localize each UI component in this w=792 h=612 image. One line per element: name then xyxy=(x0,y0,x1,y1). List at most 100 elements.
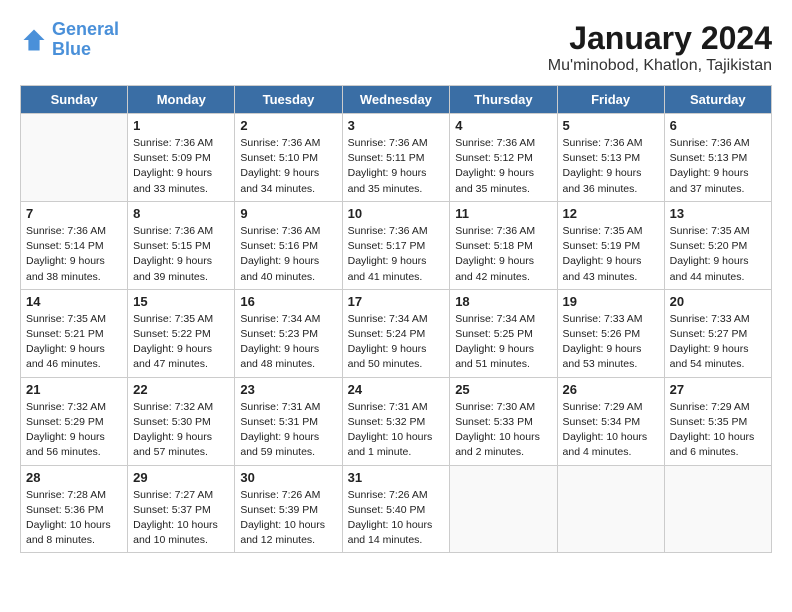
table-row: 9 Sunrise: 7:36 AMSunset: 5:16 PMDaylight… xyxy=(235,201,342,289)
cell-content: Sunrise: 7:36 AMSunset: 5:15 PMDaylight:… xyxy=(133,224,229,285)
table-row: 11Sunrise: 7:36 AMSunset: 5:18 PMDayligh… xyxy=(450,201,557,289)
table-row: 28 Sunrise: 7:28 AMSunset: 5:36 PMDayligh… xyxy=(21,465,128,553)
calendar-week-row: 14Sunrise: 7:35 AMSunset: 5:21 PMDayligh… xyxy=(21,289,772,377)
col-wednesday: Wednesday xyxy=(342,86,450,114)
cell-content: Sunrise: 7:36 AMSunset: 5:13 PMDaylight:… xyxy=(670,136,766,197)
cell-content: Sunrise: 7:32 AMSunset: 5:30 PMDaylight:… xyxy=(133,400,229,461)
day-number: 16 xyxy=(240,294,336,309)
table-row: 16 Sunrise: 7:34 AMSunset: 5:23 PMDayligh… xyxy=(235,289,342,377)
day-number: 31 xyxy=(348,470,445,485)
calendar-table: Sunday Monday Tuesday Wednesday Thursday… xyxy=(20,85,772,553)
day-number: 13 xyxy=(670,206,766,221)
main-title: January 2024 xyxy=(548,20,772,57)
table-row: 29 Sunrise: 7:27 AMSunset: 5:37 PMDayligh… xyxy=(128,465,235,553)
cell-content: Sunrise: 7:36 AMSunset: 5:14 PMDaylight:… xyxy=(26,224,122,285)
day-number: 19 xyxy=(563,294,659,309)
day-number: 4 xyxy=(455,118,551,133)
table-row: 20 Sunrise: 7:33 AMSunset: 5:27 PMDayligh… xyxy=(664,289,771,377)
day-number: 24 xyxy=(348,382,445,397)
col-thursday: Thursday xyxy=(450,86,557,114)
calendar-week-row: 1Sunrise: 7:36 AMSunset: 5:09 PMDaylight… xyxy=(21,114,772,202)
cell-content: Sunrise: 7:36 AMSunset: 5:12 PMDaylight:… xyxy=(455,136,551,197)
col-tuesday: Tuesday xyxy=(235,86,342,114)
table-row xyxy=(450,465,557,553)
day-number: 26 xyxy=(563,382,659,397)
cell-content: Sunrise: 7:35 AMSunset: 5:22 PMDaylight:… xyxy=(133,312,229,373)
table-row: 3 Sunrise: 7:36 AMSunset: 5:11 PMDaylight… xyxy=(342,114,450,202)
logo: General Blue xyxy=(20,20,119,60)
table-row: 25Sunrise: 7:30 AMSunset: 5:33 PMDayligh… xyxy=(450,377,557,465)
table-row: 15 Sunrise: 7:35 AMSunset: 5:22 PMDayligh… xyxy=(128,289,235,377)
col-monday: Monday xyxy=(128,86,235,114)
day-number: 20 xyxy=(670,294,766,309)
cell-content: Sunrise: 7:28 AMSunset: 5:36 PMDaylight:… xyxy=(26,488,122,549)
page-header: General Blue January 2024 Mu'minobod, Kh… xyxy=(20,20,772,75)
cell-content: Sunrise: 7:32 AMSunset: 5:29 PMDaylight:… xyxy=(26,400,122,461)
day-number: 3 xyxy=(348,118,445,133)
day-number: 23 xyxy=(240,382,336,397)
cell-content: Sunrise: 7:36 AMSunset: 5:10 PMDaylight:… xyxy=(240,136,336,197)
col-sunday: Sunday xyxy=(21,86,128,114)
table-row: 23Sunrise: 7:31 AMSunset: 5:31 PMDayligh… xyxy=(235,377,342,465)
day-number: 28 xyxy=(26,470,122,485)
table-row: 26 Sunrise: 7:29 AMSunset: 5:34 PMDayligh… xyxy=(557,377,664,465)
table-row: 17 Sunrise: 7:34 AMSunset: 5:24 PMDayligh… xyxy=(342,289,450,377)
cell-content: Sunrise: 7:36 AMSunset: 5:17 PMDaylight:… xyxy=(348,224,445,285)
cell-content: Sunrise: 7:36 AMSunset: 5:16 PMDaylight:… xyxy=(240,224,336,285)
logo-text: General Blue xyxy=(52,20,119,60)
cell-content: Sunrise: 7:29 AMSunset: 5:35 PMDaylight:… xyxy=(670,400,766,461)
calendar-header-row: Sunday Monday Tuesday Wednesday Thursday… xyxy=(21,86,772,114)
table-row: 27 Sunrise: 7:29 AMSunset: 5:35 PMDayligh… xyxy=(664,377,771,465)
cell-content: Sunrise: 7:33 AMSunset: 5:27 PMDaylight:… xyxy=(670,312,766,373)
cell-content: Sunrise: 7:35 AMSunset: 5:21 PMDaylight:… xyxy=(26,312,122,373)
day-number: 8 xyxy=(133,206,229,221)
cell-content: Sunrise: 7:34 AMSunset: 5:23 PMDaylight:… xyxy=(240,312,336,373)
cell-content: Sunrise: 7:30 AMSunset: 5:33 PMDaylight:… xyxy=(455,400,551,461)
day-number: 29 xyxy=(133,470,229,485)
cell-content: Sunrise: 7:36 AMSunset: 5:11 PMDaylight:… xyxy=(348,136,445,197)
day-number: 30 xyxy=(240,470,336,485)
day-number: 9 xyxy=(240,206,336,221)
cell-content: Sunrise: 7:35 AMSunset: 5:19 PMDaylight:… xyxy=(563,224,659,285)
table-row: 31 Sunrise: 7:26 AMSunset: 5:40 PMDayligh… xyxy=(342,465,450,553)
logo-icon xyxy=(20,26,48,54)
cell-content: Sunrise: 7:36 AMSunset: 5:09 PMDaylight:… xyxy=(133,136,229,197)
day-number: 17 xyxy=(348,294,445,309)
cell-content: Sunrise: 7:33 AMSunset: 5:26 PMDaylight:… xyxy=(563,312,659,373)
cell-content: Sunrise: 7:29 AMSunset: 5:34 PMDaylight:… xyxy=(563,400,659,461)
table-row: 18Sunrise: 7:34 AMSunset: 5:25 PMDayligh… xyxy=(450,289,557,377)
day-number: 10 xyxy=(348,206,445,221)
day-number: 7 xyxy=(26,206,122,221)
day-number: 27 xyxy=(670,382,766,397)
subtitle: Mu'minobod, Khatlon, Tajikistan xyxy=(548,57,772,75)
cell-content: Sunrise: 7:36 AMSunset: 5:13 PMDaylight:… xyxy=(563,136,659,197)
cell-content: Sunrise: 7:27 AMSunset: 5:37 PMDaylight:… xyxy=(133,488,229,549)
table-row: 24 Sunrise: 7:31 AMSunset: 5:32 PMDayligh… xyxy=(342,377,450,465)
table-row: 4 Sunrise: 7:36 AMSunset: 5:12 PMDaylight… xyxy=(450,114,557,202)
calendar-week-row: 7 Sunrise: 7:36 AMSunset: 5:14 PMDaylight… xyxy=(21,201,772,289)
cell-content: Sunrise: 7:31 AMSunset: 5:32 PMDaylight:… xyxy=(348,400,445,461)
cell-content: Sunrise: 7:26 AMSunset: 5:39 PMDaylight:… xyxy=(240,488,336,549)
table-row: 13 Sunrise: 7:35 AMSunset: 5:20 PMDayligh… xyxy=(664,201,771,289)
day-number: 6 xyxy=(670,118,766,133)
table-row xyxy=(21,114,128,202)
calendar-week-row: 21Sunrise: 7:32 AMSunset: 5:29 PMDayligh… xyxy=(21,377,772,465)
day-number: 12 xyxy=(563,206,659,221)
calendar-week-row: 28 Sunrise: 7:28 AMSunset: 5:36 PMDayligh… xyxy=(21,465,772,553)
table-row: 22Sunrise: 7:32 AMSunset: 5:30 PMDayligh… xyxy=(128,377,235,465)
table-row: 1Sunrise: 7:36 AMSunset: 5:09 PMDaylight… xyxy=(128,114,235,202)
cell-content: Sunrise: 7:35 AMSunset: 5:20 PMDaylight:… xyxy=(670,224,766,285)
day-number: 18 xyxy=(455,294,551,309)
table-row: 6 Sunrise: 7:36 AMSunset: 5:13 PMDaylight… xyxy=(664,114,771,202)
col-friday: Friday xyxy=(557,86,664,114)
cell-content: Sunrise: 7:26 AMSunset: 5:40 PMDaylight:… xyxy=(348,488,445,549)
cell-content: Sunrise: 7:34 AMSunset: 5:24 PMDaylight:… xyxy=(348,312,445,373)
table-row: 19 Sunrise: 7:33 AMSunset: 5:26 PMDayligh… xyxy=(557,289,664,377)
title-block: January 2024 Mu'minobod, Khatlon, Tajiki… xyxy=(548,20,772,75)
day-number: 15 xyxy=(133,294,229,309)
day-number: 2 xyxy=(240,118,336,133)
table-row: 12 Sunrise: 7:35 AMSunset: 5:19 PMDayligh… xyxy=(557,201,664,289)
col-saturday: Saturday xyxy=(664,86,771,114)
day-number: 11 xyxy=(455,206,551,221)
table-row xyxy=(664,465,771,553)
